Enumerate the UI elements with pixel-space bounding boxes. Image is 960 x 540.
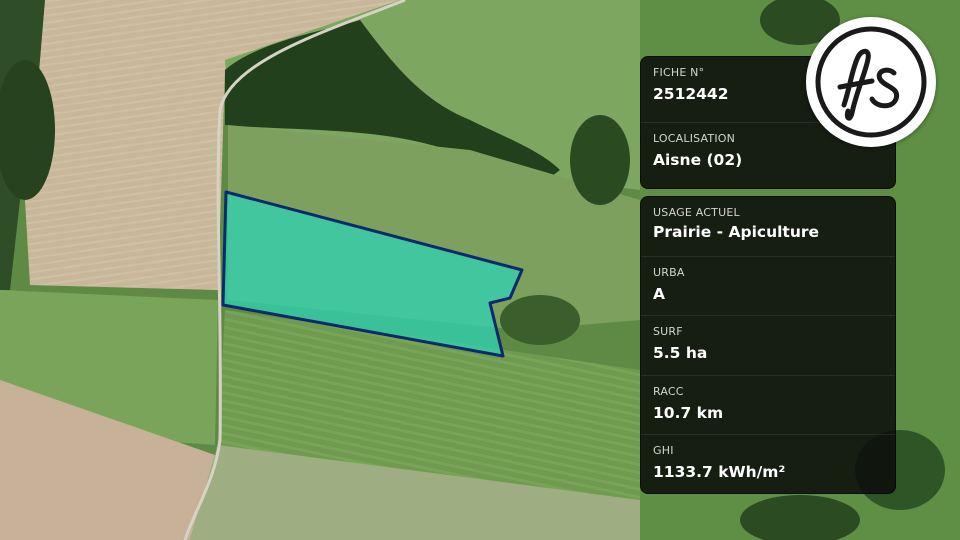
field-usage: USAGE ACTUEL Prairie - Apiculture — [641, 197, 895, 257]
field-surf: SURF 5.5 ha — [641, 316, 895, 376]
info-card-details: USAGE ACTUEL Prairie - Apiculture URBA A… — [640, 196, 896, 494]
urba-label: URBA — [653, 265, 685, 279]
field-ghi: GHI 1133.7 kWh/m² — [641, 435, 895, 493]
field-racc: RACC 10.7 km — [641, 376, 895, 435]
field-urba: URBA A — [641, 257, 895, 316]
fs-logo-mark — [815, 26, 927, 138]
ghi-value: 1133.7 kWh/m² — [653, 463, 786, 481]
forest-clump-east-1 — [570, 115, 630, 205]
ghi-label: GHI — [653, 444, 674, 457]
forest-clump-east-2 — [500, 295, 580, 345]
usage-label: USAGE ACTUEL — [653, 206, 740, 219]
surf-value: 5.5 ha — [653, 344, 708, 362]
urba-value: A — [653, 284, 665, 303]
fs-logo-icon — [806, 17, 936, 147]
localisation-value: Aisne (02) — [653, 151, 743, 169]
racc-value: 10.7 km — [653, 403, 724, 422]
surf-label: SURF — [653, 325, 683, 338]
map-view[interactable]: FICHE N° 2512442 LOCALISATION Aisne (02)… — [0, 0, 960, 540]
usage-value: Prairie - Apiculture — [653, 223, 820, 241]
racc-label: RACC — [653, 384, 684, 398]
